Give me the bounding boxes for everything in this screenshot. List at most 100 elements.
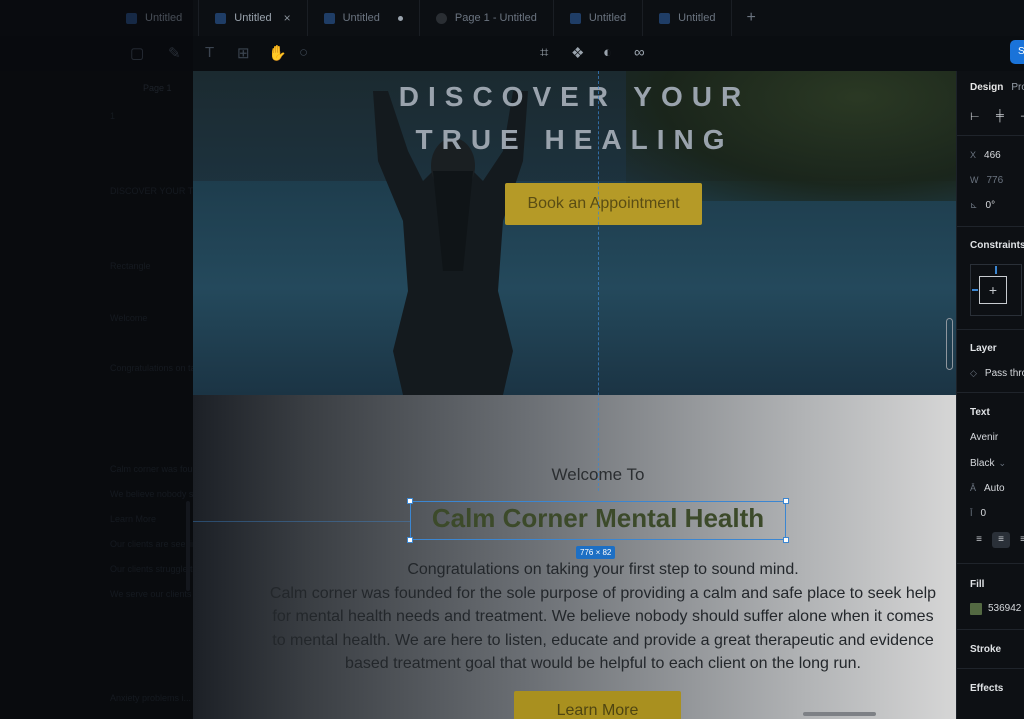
- learn-more-button[interactable]: Learn More: [514, 691, 681, 719]
- figjam-file-icon: [435, 12, 447, 24]
- tab-bar: Untitled Untitled × Untitled Page 1 - Un…: [0, 0, 1024, 36]
- tab-label: Untitled: [145, 12, 183, 24]
- resize-handle-tr[interactable]: [783, 498, 789, 504]
- line-height-value[interactable]: Auto: [984, 483, 1005, 494]
- tab-untitled-5[interactable]: Untitled: [554, 0, 644, 36]
- pen-icon[interactable]: ✎: [168, 44, 181, 62]
- w-value[interactable]: 776: [987, 175, 1004, 186]
- resize-handle-bl[interactable]: [407, 537, 413, 543]
- divider: [957, 563, 1024, 564]
- figma-file-icon: [659, 12, 671, 24]
- text-icon[interactable]: T: [205, 44, 214, 61]
- design-canvas[interactable]: DISCOVER YOUR TRUE HEALING Book an Appoi…: [193, 71, 956, 719]
- hand-icon[interactable]: ✋: [268, 44, 287, 62]
- text-heading: Text: [970, 407, 990, 418]
- tab-untitled-3[interactable]: Untitled: [308, 0, 420, 36]
- body-line: to mental health. We are here to listen,…: [272, 631, 934, 649]
- tab-untitled-6[interactable]: Untitled: [643, 0, 733, 36]
- align-center-icon[interactable]: ╪: [996, 110, 1004, 122]
- resources-icon[interactable]: ⊞: [237, 44, 250, 62]
- hero-image-frame[interactable]: DISCOVER YOUR TRUE HEALING Book an Appoi…: [193, 71, 956, 395]
- font-weight-select[interactable]: Black ⌄: [970, 458, 1014, 469]
- share-button[interactable]: S: [1010, 40, 1024, 64]
- new-tab-button[interactable]: +: [732, 9, 769, 27]
- align-left-icon[interactable]: ⊢: [970, 110, 980, 123]
- stroke-heading: Stroke: [970, 644, 1002, 655]
- text-align-center-icon[interactable]: ≡: [992, 532, 1010, 548]
- layer-item[interactable]: Rectangle: [110, 261, 151, 271]
- line-height-field[interactable]: Ā Auto: [970, 483, 1005, 494]
- x-label: X: [970, 150, 977, 160]
- crop-icon[interactable]: ⌗: [540, 44, 548, 61]
- fill-hex-value[interactable]: 536942: [988, 603, 1021, 614]
- body-paragraph[interactable]: Congratulations on taking your first ste…: [238, 558, 956, 676]
- figma-file-icon: [215, 12, 227, 24]
- resize-handle-tl[interactable]: [407, 498, 413, 504]
- tab-prototype[interactable]: Pro: [1011, 82, 1024, 93]
- letter-spacing-icon: Ī: [970, 508, 973, 518]
- body-line: Congratulations on taking your first ste…: [407, 561, 799, 578]
- tab-untitled-1[interactable]: Untitled: [110, 0, 200, 36]
- fill-hex-field[interactable]: 536942: [988, 603, 1021, 614]
- divider: [957, 135, 1024, 136]
- blend-value: Pass thro: [984, 368, 1024, 379]
- chevron-down-icon: ⌄: [998, 458, 1006, 468]
- hero-title-line2[interactable]: TRUE HEALING: [193, 124, 956, 156]
- layers-scrollbar[interactable]: [186, 501, 190, 591]
- component-icon[interactable]: ❖: [571, 44, 584, 62]
- x-value[interactable]: 466: [984, 150, 1001, 161]
- body-line: Calm corner was founded for the sole pur…: [269, 584, 937, 602]
- layer-heading: Layer: [970, 343, 997, 354]
- blend-mode-select[interactable]: ◇ Pass thro: [970, 368, 1024, 379]
- layer-item[interactable]: 1: [110, 111, 115, 121]
- text-align-left-icon[interactable]: ≡: [970, 532, 988, 548]
- figma-file-icon: [126, 12, 137, 24]
- tab-label: Untitled: [678, 12, 716, 24]
- divider: [957, 226, 1024, 227]
- welcome-section[interactable]: Welcome To Calm Corner Mental Health 776…: [193, 395, 956, 719]
- body-line: based treatment goal that would be helpf…: [345, 655, 861, 672]
- tab-page1-untitled[interactable]: Page 1 - Untitled: [420, 0, 554, 36]
- layers-panel: Page 1 1 DISCOVER YOUR TRUE HEAL... Rect…: [0, 71, 246, 719]
- letter-spacing-value[interactable]: 0: [981, 508, 987, 519]
- tab-untitled-2[interactable]: Untitled ×: [199, 0, 308, 36]
- rotation-value[interactable]: 0°: [986, 200, 996, 211]
- frame-icon[interactable]: ▢: [130, 44, 144, 62]
- layer-item[interactable]: Anxiety problems i...: [110, 693, 191, 703]
- constraint-center-icon[interactable]: +: [979, 276, 1007, 304]
- layer-item[interactable]: Learn More: [110, 514, 156, 524]
- welcome-text[interactable]: Welcome To: [193, 465, 956, 485]
- comment-icon[interactable]: ○: [299, 44, 308, 61]
- divider: [957, 629, 1024, 630]
- constraint-top[interactable]: [995, 266, 997, 274]
- font-family-select[interactable]: Avenir: [970, 432, 998, 443]
- properties-panel: Design Pro ⊢ ╪ ⊣ X 466 W 776 ⊾ 0° Constraint…: [956, 71, 1024, 719]
- resize-handle-br[interactable]: [783, 537, 789, 543]
- fill-color-swatch[interactable]: [970, 603, 982, 615]
- canvas-scroll-handle[interactable]: [946, 318, 953, 370]
- contrast-icon[interactable]: ◐: [603, 44, 612, 61]
- blend-icon: ◇: [970, 368, 977, 378]
- constraint-left[interactable]: [972, 289, 978, 291]
- tab-design[interactable]: Design: [970, 82, 1003, 93]
- figma-file-icon: [569, 12, 581, 24]
- page-label[interactable]: Page 1: [143, 83, 172, 93]
- toolbar: ▢ ✎ T ⊞ ✋ ○ ⌗ ❖ ◐ ∞ S: [0, 36, 1024, 71]
- align-right-icon[interactable]: ⊣: [1020, 110, 1024, 123]
- tab-label: Untitled: [342, 12, 380, 24]
- letter-spacing-field[interactable]: Ī0: [970, 508, 986, 519]
- hero-title-line1[interactable]: DISCOVER YOUR: [193, 81, 956, 113]
- font-weight-value: Black: [970, 458, 995, 469]
- divider: [957, 668, 1024, 669]
- layer-item[interactable]: Welcome: [110, 313, 147, 323]
- link-icon[interactable]: ∞: [634, 44, 645, 61]
- close-icon[interactable]: ×: [284, 11, 291, 25]
- tab-label: Page 1 - Untitled: [454, 12, 537, 24]
- rotation-field[interactable]: ⊾ 0°: [970, 200, 995, 211]
- unsaved-dot-icon: [397, 15, 403, 21]
- properties-tabs: Design Pro: [970, 82, 1024, 93]
- text-align-right-icon[interactable]: ≡: [1014, 532, 1024, 548]
- width-field[interactable]: W 776: [970, 175, 1003, 186]
- book-appointment-button[interactable]: Book an Appointment: [505, 183, 702, 225]
- x-position-field[interactable]: X 466: [970, 150, 1001, 161]
